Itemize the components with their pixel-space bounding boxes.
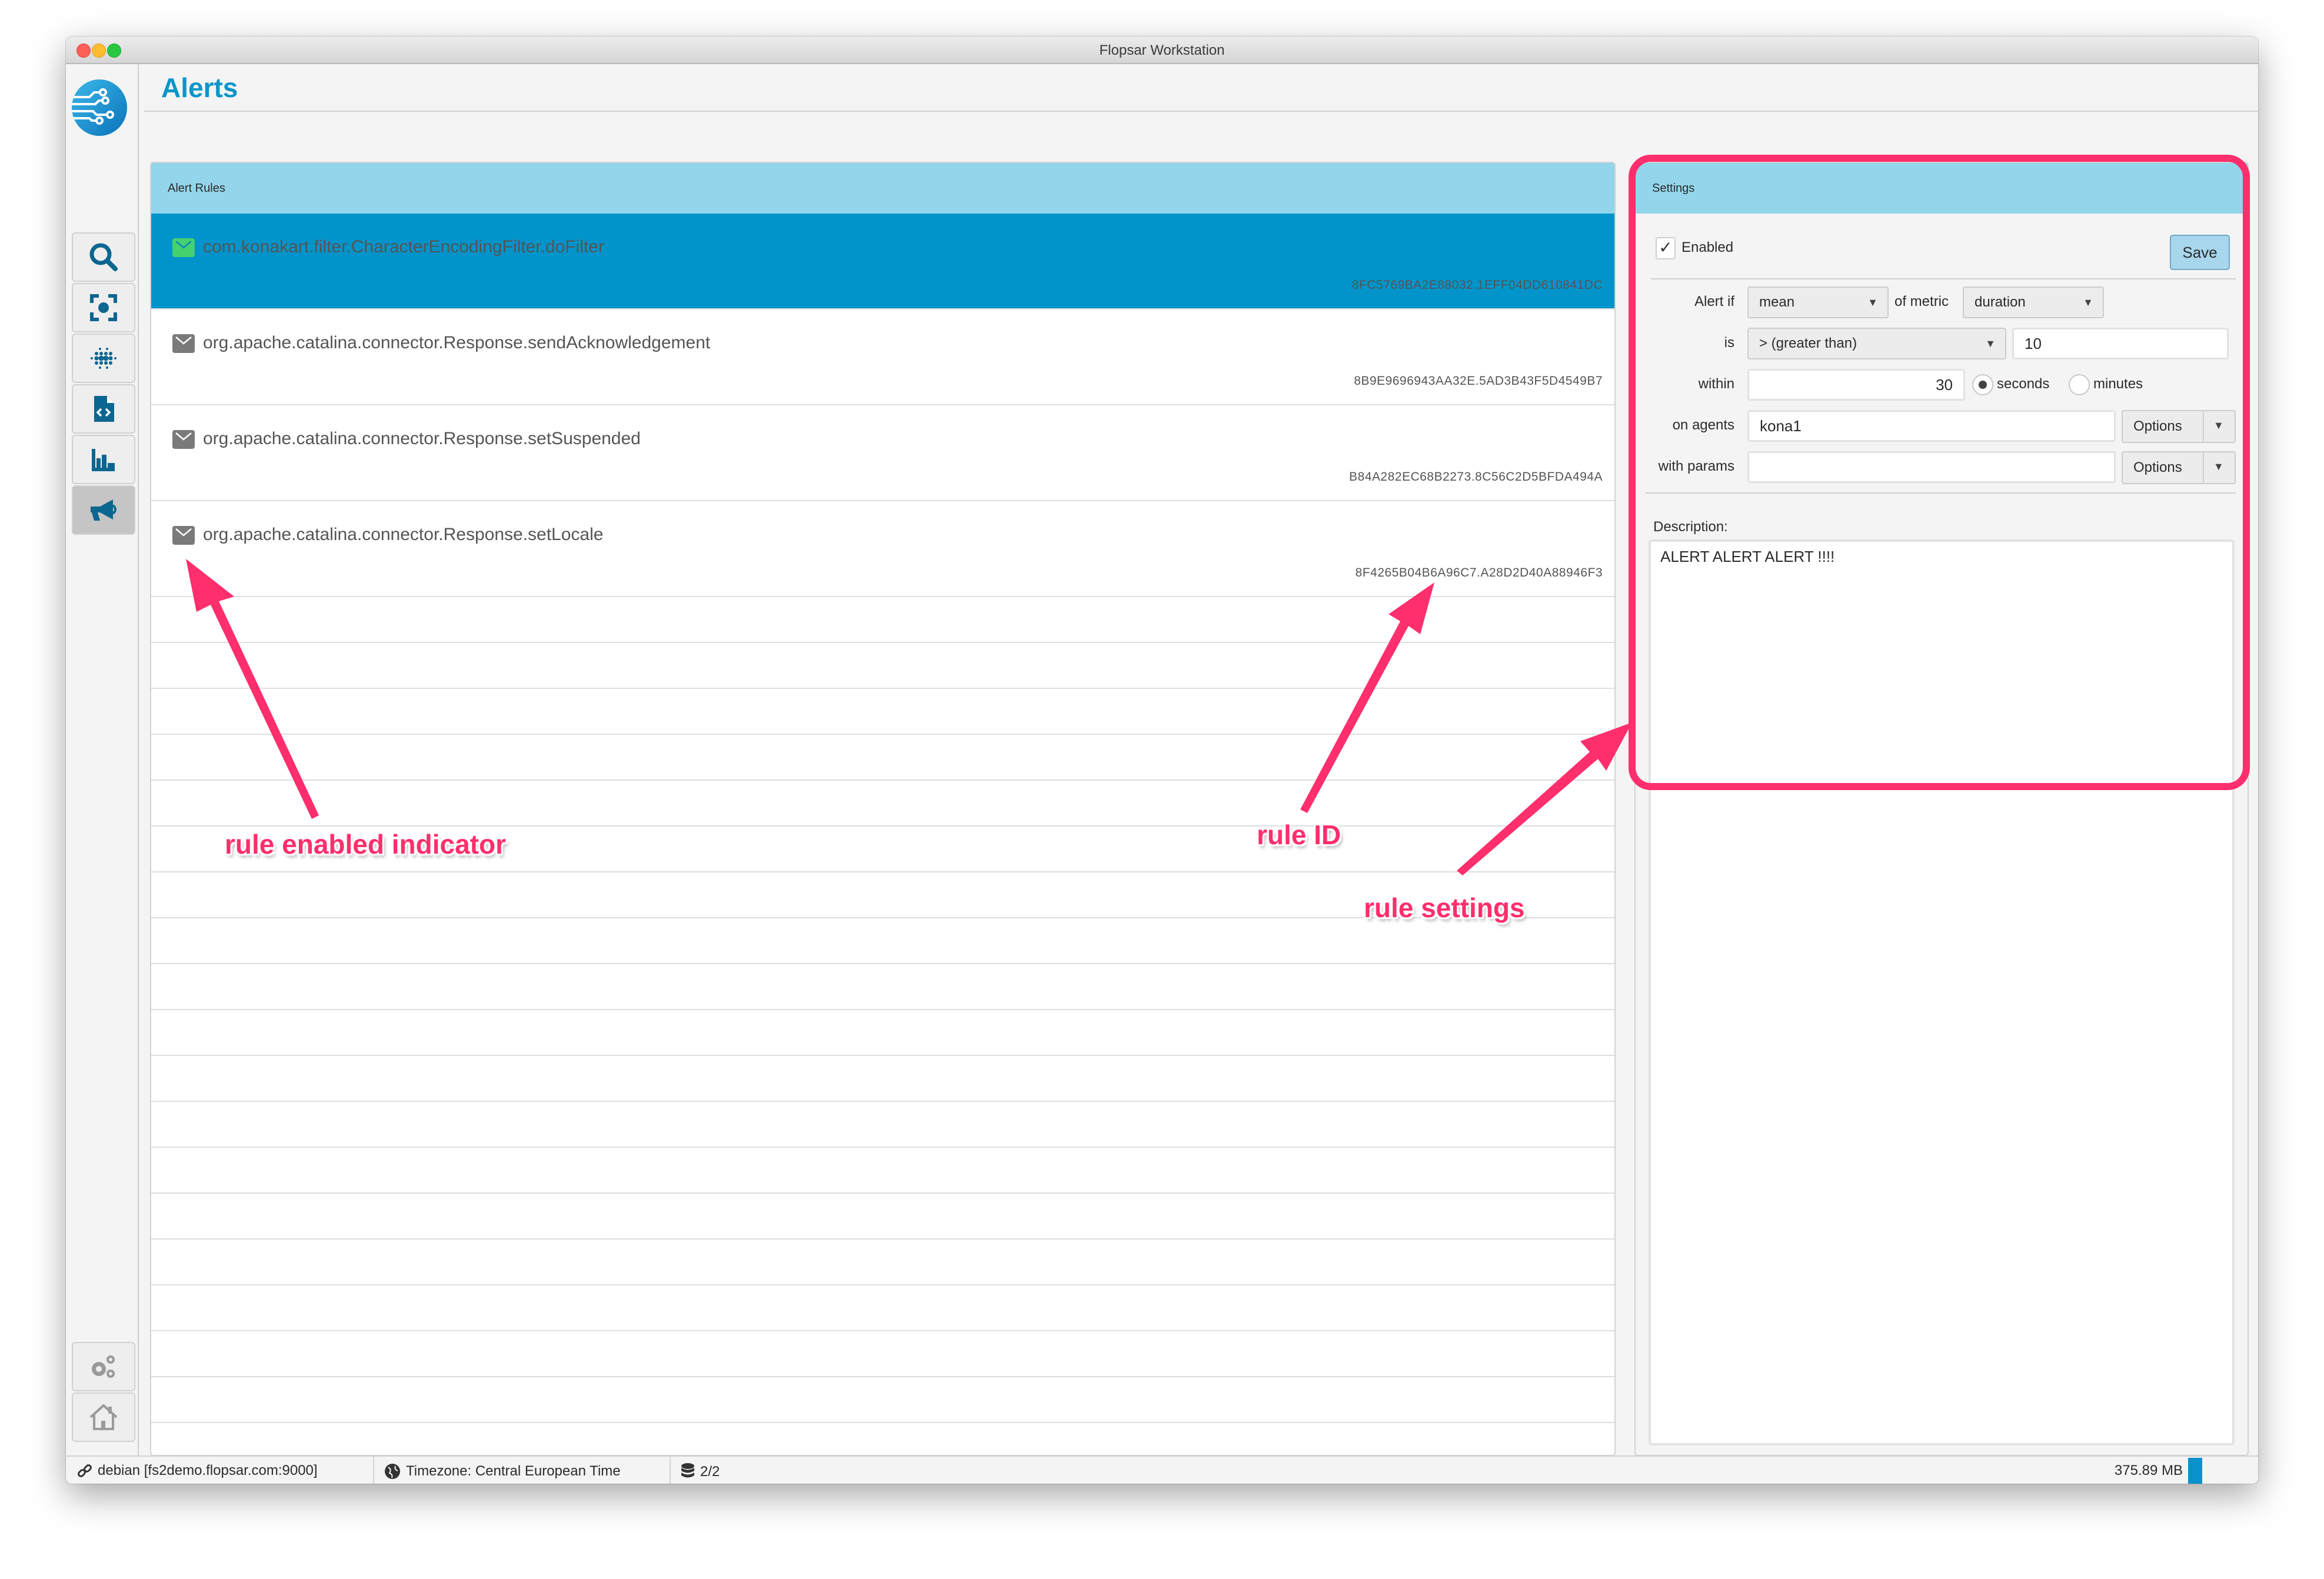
nav-charts-button[interactable] xyxy=(72,435,135,484)
memory-text: 375.89 MB xyxy=(2114,1463,2183,1478)
database-icon xyxy=(681,1463,694,1478)
annotation-rule-id: rule ID xyxy=(1257,820,1341,850)
empty-list-row xyxy=(151,689,1614,735)
rule-id: 8FC5769BA2E88032.1EFF04DD610841DC xyxy=(1351,278,1603,292)
database-status: 2/2 xyxy=(680,1463,720,1481)
rule-row[interactable]: com.konakart.filter.CharacterEncodingFil… xyxy=(151,214,1614,309)
dot-matrix-icon xyxy=(91,348,116,369)
empty-list-row xyxy=(151,1331,1614,1377)
nav-search-button[interactable] xyxy=(72,232,135,282)
empty-list-row xyxy=(151,735,1614,781)
page-title: Alerts xyxy=(161,72,238,103)
rule-row[interactable]: org.apache.catalina.connector.Response.s… xyxy=(151,405,1614,501)
nav-dots-button[interactable] xyxy=(72,334,135,383)
disabled-envelope-icon xyxy=(172,526,195,545)
header-divider xyxy=(144,111,2258,112)
rule-name: org.apache.catalina.connector.Response.s… xyxy=(203,333,711,352)
circuit-logo-icon xyxy=(72,88,114,125)
rule-settings-highlight xyxy=(1629,155,2250,790)
title-bar: Flopsar Workstation xyxy=(66,36,2258,64)
database-count: 2/2 xyxy=(700,1464,720,1480)
rule-id: 8F4265B04B6A96C7.A28D2D40A88946F3 xyxy=(1355,566,1603,579)
rule-row[interactable]: org.apache.catalina.connector.Response.s… xyxy=(151,501,1614,597)
sidebar xyxy=(66,64,139,1455)
annotation-rule-enabled-indicator: rule enabled indicator xyxy=(225,829,506,860)
timezone-status: Timezone: Central European Time xyxy=(384,1463,621,1480)
empty-list-row xyxy=(151,1102,1614,1148)
empty-list-row xyxy=(151,597,1614,643)
empty-list-row xyxy=(151,1377,1614,1423)
status-bar: debian [fs2demo.flopsar.com:9000] Timezo… xyxy=(66,1455,2258,1484)
nav-home-button[interactable] xyxy=(72,1393,135,1442)
alert-rules-panel: Alert Rules com.konakart.filter.Characte… xyxy=(150,162,1616,1456)
empty-list-row xyxy=(151,1423,1614,1455)
empty-list-row xyxy=(151,1240,1614,1285)
empty-list-row xyxy=(151,1010,1614,1056)
empty-list-row xyxy=(151,643,1614,689)
rule-name: org.apache.catalina.connector.Response.s… xyxy=(203,525,604,544)
memory-usage-bar xyxy=(2188,1458,2202,1484)
status-separator xyxy=(373,1457,374,1484)
connection-status: debian [fs2demo.flopsar.com:9000] xyxy=(76,1463,318,1479)
megaphone-icon xyxy=(91,499,116,521)
connection-text: debian [fs2demo.flopsar.com:9000] xyxy=(98,1463,318,1478)
empty-list-row xyxy=(151,1194,1614,1240)
rule-id: B84A282EC68B2273.8C56C2D5BFDA494A xyxy=(1349,470,1603,484)
alert-rules-header: Alert Rules xyxy=(151,163,1614,214)
empty-list-row xyxy=(151,1285,1614,1331)
flopsar-logo xyxy=(72,79,127,136)
timezone-text: Timezone: Central European Time xyxy=(406,1463,621,1479)
rule-name: org.apache.catalina.connector.Response.s… xyxy=(203,429,641,448)
focus-target-icon xyxy=(90,294,117,321)
empty-list-row xyxy=(151,964,1614,1010)
nav-alerts-button[interactable] xyxy=(72,485,135,535)
disabled-envelope-icon xyxy=(172,334,195,353)
bar-chart-icon xyxy=(92,449,115,471)
empty-list-row xyxy=(151,1056,1614,1102)
rule-name: com.konakart.filter.CharacterEncodingFil… xyxy=(203,237,604,256)
home-icon xyxy=(89,1404,118,1430)
search-icon xyxy=(89,243,118,271)
memory-status: 375.89 MB xyxy=(2115,1463,2183,1479)
enabled-envelope-icon xyxy=(172,238,195,257)
annotation-rule-settings: rule settings xyxy=(1364,892,1525,923)
nav-settings-button[interactable] xyxy=(72,1342,135,1391)
nav-code-button[interactable] xyxy=(72,384,135,434)
gears-icon xyxy=(92,1355,115,1378)
empty-rows xyxy=(151,597,1614,1455)
empty-list-row xyxy=(151,1148,1614,1194)
nav-focus-button[interactable] xyxy=(72,283,135,332)
rule-row[interactable]: org.apache.catalina.connector.Response.s… xyxy=(151,309,1614,405)
status-separator xyxy=(670,1457,671,1484)
globe-icon xyxy=(385,1464,400,1479)
empty-list-row xyxy=(151,918,1614,964)
window-title: Flopsar Workstation xyxy=(1099,42,1225,58)
link-icon xyxy=(78,1464,92,1477)
code-file-icon xyxy=(94,396,114,422)
disabled-envelope-icon xyxy=(172,430,195,449)
rule-id: 8B9E9696943AA32E.5AD3B43F5D4549B7 xyxy=(1354,374,1603,388)
empty-list-row xyxy=(151,781,1614,827)
